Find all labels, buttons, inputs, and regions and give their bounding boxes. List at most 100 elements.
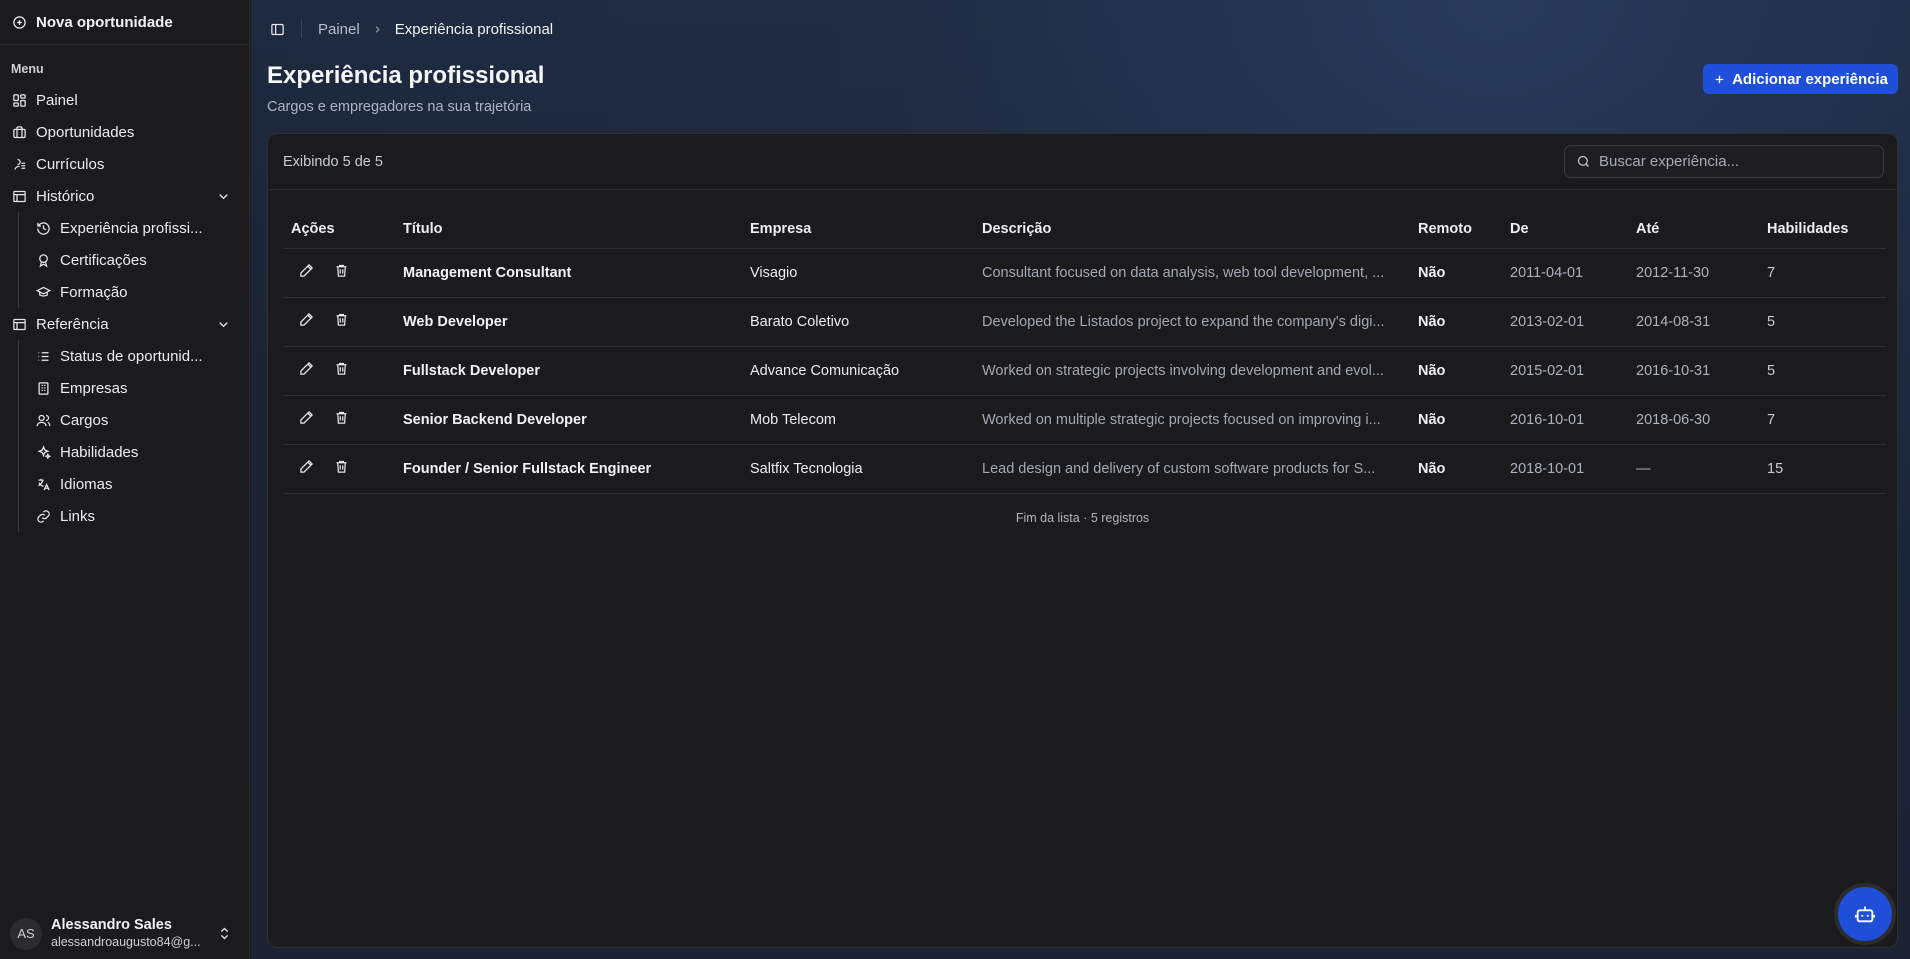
table-row[interactable]: Senior Backend Developer Mob Telecom Wor… <box>283 395 1886 445</box>
sparkles-icon <box>36 444 51 460</box>
user-email: alessandroaugusto84@g... <box>51 934 201 949</box>
briefcase-icon <box>12 125 27 140</box>
cell-description: Lead design and delivery of custom softw… <box>974 444 1410 494</box>
chevron-down-icon[interactable] <box>216 317 231 332</box>
sidebar: Nova oportunidade Menu Painel Oportunida… <box>0 0 250 959</box>
menu-section-label: Menu <box>11 62 44 76</box>
breadcrumb-current: Experiência profissional <box>394 20 554 38</box>
pencil-icon[interactable] <box>299 361 314 376</box>
new-opportunity-button[interactable]: Nova oportunidade <box>0 0 249 45</box>
list-icon <box>36 349 51 364</box>
sidebar-item-curriculos[interactable]: Currículos <box>0 148 249 180</box>
sidebar-item-label: Empresas <box>60 379 128 397</box>
cell-title: Fullstack Developer <box>395 346 742 396</box>
pencil-icon[interactable] <box>299 410 314 425</box>
list-end-note: Fim da lista · 5 registros <box>1015 511 1150 525</box>
user-menu[interactable]: AS Alessandro Sales alessandroaugusto84@… <box>0 908 250 959</box>
table-row[interactable]: Web Developer Barato Coletivo Developed … <box>283 297 1886 347</box>
sidebar-item-oportunidades[interactable]: Oportunidades <box>0 116 249 148</box>
sidebar-item-label: Idiomas <box>60 475 113 493</box>
experience-table: Ações Título Empresa Descrição Remoto De… <box>283 210 1886 494</box>
link-icon <box>36 509 51 524</box>
cell-from: 2015-02-01 <box>1502 346 1628 396</box>
pencil-icon[interactable] <box>299 459 314 474</box>
award-icon <box>36 253 51 268</box>
referencia-submenu: Status de oportunid... Empresas Cargos H… <box>18 340 249 532</box>
row-actions <box>283 297 395 347</box>
cell-to: — <box>1628 444 1759 494</box>
sidebar-item-historico[interactable]: Histórico <box>0 180 249 212</box>
add-experience-label: Adicionar experiência <box>1732 70 1888 88</box>
trash-icon[interactable] <box>334 312 349 327</box>
sidebar-item-empresas[interactable]: Empresas <box>18 372 218 404</box>
trash-icon[interactable] <box>334 410 349 425</box>
cell-remote: Não <box>1410 248 1502 298</box>
chevron-down-icon[interactable] <box>216 189 231 204</box>
table-row[interactable]: Fullstack Developer Advance Comunicação … <box>283 346 1886 396</box>
column-header-acoes[interactable]: Ações <box>283 210 395 249</box>
cell-company: Visagio <box>742 248 974 298</box>
cell-skills: 7 <box>1759 248 1886 298</box>
plus-icon <box>1713 73 1726 86</box>
column-header-descricao[interactable]: Descrição <box>974 210 1410 249</box>
graduation-cap-icon <box>36 285 51 300</box>
cell-skills: 7 <box>1759 395 1886 445</box>
row-actions <box>283 248 395 298</box>
sidebar-item-idiomas[interactable]: Idiomas <box>18 468 218 500</box>
assistant-bot-button[interactable] <box>1838 887 1892 941</box>
page-title: Experiência profissional <box>267 62 545 89</box>
cell-to: 2016-10-31 <box>1628 346 1759 396</box>
chevron-right-icon <box>372 24 383 35</box>
sidebar-item-painel[interactable]: Painel <box>0 84 249 116</box>
cell-from: 2018-10-01 <box>1502 444 1628 494</box>
sidebar-item-referencia[interactable]: Referência <box>0 308 249 340</box>
column-header-remoto[interactable]: Remoto <box>1410 210 1502 249</box>
new-opportunity-label: Nova oportunidade <box>36 13 173 31</box>
sidebar-item-links[interactable]: Links <box>18 500 218 532</box>
pencil-icon[interactable] <box>299 312 314 327</box>
search-box <box>1564 145 1884 178</box>
sidebar-item-label: Cargos <box>60 411 109 429</box>
table-icon <box>12 317 27 332</box>
cell-title: Senior Backend Developer <box>395 395 742 445</box>
column-header-empresa[interactable]: Empresa <box>742 210 974 249</box>
cell-company: Mob Telecom <box>742 395 974 445</box>
page-subtitle: Cargos e empregadores na sua trajetória <box>267 99 532 115</box>
sidebar-item-status[interactable]: Status de oportunid... <box>18 340 218 372</box>
sidebar-item-formacao[interactable]: Formação <box>18 276 218 308</box>
cell-company: Advance Comunicação <box>742 346 974 396</box>
history-icon <box>36 221 51 236</box>
cell-from: 2016-10-01 <box>1502 395 1628 445</box>
column-header-ate[interactable]: Até <box>1628 210 1759 249</box>
table-row[interactable]: Management Consultant Visagio Consultant… <box>283 248 1886 298</box>
cell-remote: Não <box>1410 346 1502 396</box>
trash-icon[interactable] <box>334 263 349 278</box>
cell-skills: 5 <box>1759 346 1886 396</box>
cell-description: Developed the Listados project to expand… <box>974 297 1410 347</box>
cell-company: Saltfix Tecnologia <box>742 444 974 494</box>
cell-skills: 5 <box>1759 297 1886 347</box>
add-experience-button[interactable]: Adicionar experiência <box>1703 64 1898 94</box>
column-header-habilidades[interactable]: Habilidades <box>1759 210 1886 249</box>
sidebar-item-habilidades[interactable]: Habilidades <box>18 436 218 468</box>
chevron-up-down-icon[interactable] <box>217 926 232 941</box>
pencil-icon[interactable] <box>299 263 314 278</box>
trash-icon[interactable] <box>334 361 349 376</box>
result-count: Exibindo 5 de 5 <box>283 153 383 170</box>
sidebar-item-experiencia[interactable]: Experiência profissi... <box>18 212 218 244</box>
breadcrumb-painel[interactable]: Painel <box>318 21 360 38</box>
trash-icon[interactable] <box>334 459 349 474</box>
history-icon <box>12 189 27 204</box>
search-input[interactable] <box>1599 153 1869 170</box>
sidebar-item-cargos[interactable]: Cargos <box>18 404 218 436</box>
sidebar-item-certificacoes[interactable]: Certificações <box>18 244 218 276</box>
cell-remote: Não <box>1410 444 1502 494</box>
column-header-de[interactable]: De <box>1502 210 1628 249</box>
column-header-titulo[interactable]: Título <box>395 210 742 249</box>
cell-to: 2018-06-30 <box>1628 395 1759 445</box>
cell-remote: Não <box>1410 395 1502 445</box>
bot-icon <box>1854 903 1876 925</box>
cell-title: Founder / Senior Fullstack Engineer <box>395 444 742 494</box>
sidebar-toggle-icon[interactable] <box>270 22 285 37</box>
table-row[interactable]: Founder / Senior Fullstack Engineer Salt… <box>283 444 1886 494</box>
